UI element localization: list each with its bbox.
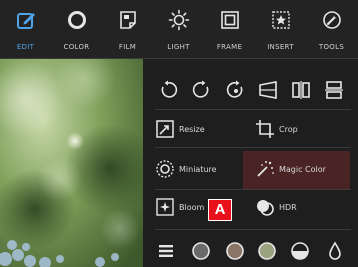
film-icon	[119, 11, 136, 29]
rotate-left-icon[interactable]	[157, 79, 179, 101]
miniature-option[interactable]: Miniature	[155, 155, 245, 185]
preset-green-icon[interactable]	[257, 241, 277, 261]
crop-option[interactable]: Crop	[255, 115, 345, 145]
resize-icon	[156, 120, 174, 138]
resize-option[interactable]: Resize	[155, 115, 245, 145]
toolbar-film-label: FILM	[118, 43, 137, 51]
toolbar-film[interactable]: FILM	[102, 0, 153, 58]
toolbar-frame-label: FRAME	[216, 43, 243, 51]
bloom-label: Bloom	[179, 203, 205, 212]
list-menu-icon[interactable]	[157, 242, 175, 260]
panel-divider	[155, 189, 351, 190]
drop-icon[interactable]	[325, 241, 345, 261]
panel-divider	[155, 147, 351, 148]
hdr-label: HDR	[279, 203, 297, 212]
crop-icon	[256, 120, 274, 138]
hdr-icon	[257, 200, 274, 216]
crop-label: Crop	[279, 125, 298, 134]
tools-icon	[322, 11, 341, 29]
flip-horizontal-icon[interactable]	[290, 79, 312, 101]
flip-vertical-icon[interactable]	[323, 79, 345, 101]
preset-half-icon[interactable]	[290, 241, 310, 261]
rotate-right-icon[interactable]	[191, 79, 213, 101]
hdr-option[interactable]: HDR	[255, 193, 345, 223]
color-ring-icon	[67, 11, 86, 29]
toolbar-color-label: COLOR	[63, 43, 90, 51]
preset-warm-icon[interactable]	[225, 241, 245, 261]
preset-dark-icon[interactable]	[191, 241, 211, 261]
insert-star-icon	[271, 11, 290, 29]
toolbar-tools-label: TOOLS	[318, 43, 345, 51]
bloom-icon	[156, 198, 174, 216]
miniature-icon	[156, 160, 174, 178]
perspective-icon[interactable]	[257, 79, 279, 101]
photo-canvas[interactable]	[0, 59, 143, 267]
toolbar-color[interactable]: COLOR	[51, 0, 102, 58]
toolbar-edit[interactable]: EDIT	[0, 0, 51, 58]
edit-icon	[16, 13, 35, 29]
panel-divider	[155, 109, 351, 110]
panel-divider	[155, 229, 351, 230]
magic-wand-icon	[257, 161, 274, 177]
main-toolbar: EDIT COLOR FILM LIGHT FRAME INSERT TOOLS	[0, 0, 358, 59]
photo-image	[0, 59, 143, 267]
preset-row	[143, 236, 358, 267]
toolbar-edit-label: EDIT	[16, 43, 35, 51]
magic-color-option[interactable]: Magic Color	[255, 155, 350, 185]
rotate-free-icon[interactable]	[225, 79, 247, 101]
toolbar-tools[interactable]: TOOLS	[306, 0, 357, 58]
light-sun-icon	[168, 9, 189, 31]
toolbar-frame[interactable]: FRAME	[204, 0, 255, 58]
miniature-label: Miniature	[179, 165, 217, 174]
resize-label: Resize	[179, 125, 205, 134]
annotation-marker-a: A	[208, 199, 232, 221]
toolbar-light[interactable]: LIGHT	[153, 0, 204, 58]
toolbar-insert[interactable]: INSERT	[255, 0, 306, 58]
photo-editor-app: EDIT COLOR FILM LIGHT FRAME INSERT TOOLS…	[0, 0, 358, 267]
frame-icon	[220, 11, 239, 29]
toolbar-light-label: LIGHT	[167, 43, 190, 51]
magic-color-label: Magic Color	[279, 165, 326, 174]
toolbar-insert-label: INSERT	[267, 43, 294, 51]
